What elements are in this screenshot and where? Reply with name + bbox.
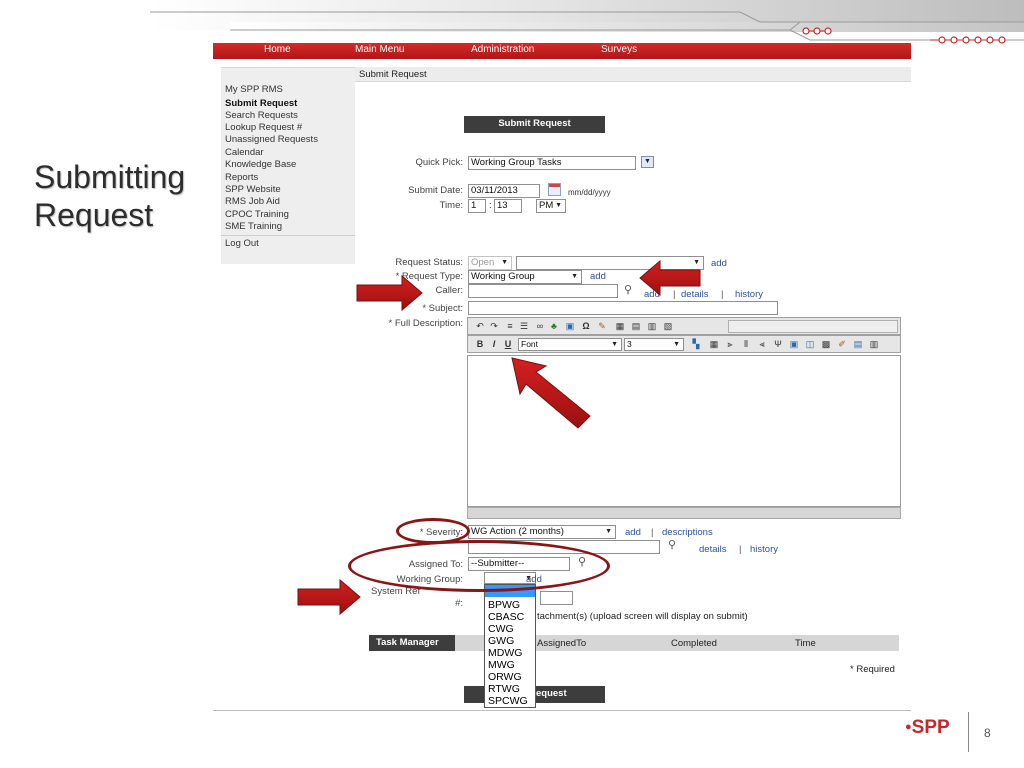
arrow-left-request-type xyxy=(639,259,701,297)
logo-mark-icon: ● xyxy=(905,721,912,733)
arrow-diagonal-font xyxy=(511,357,591,429)
annotation-arrows xyxy=(297,259,701,616)
spp-logo: ●SPP xyxy=(905,717,950,739)
arrow-right-system-ref xyxy=(297,578,361,616)
arrow-right-caller xyxy=(356,274,423,312)
footer-divider xyxy=(968,712,969,752)
logo-text: SPP xyxy=(911,717,950,738)
page-number: 8 xyxy=(984,726,991,740)
